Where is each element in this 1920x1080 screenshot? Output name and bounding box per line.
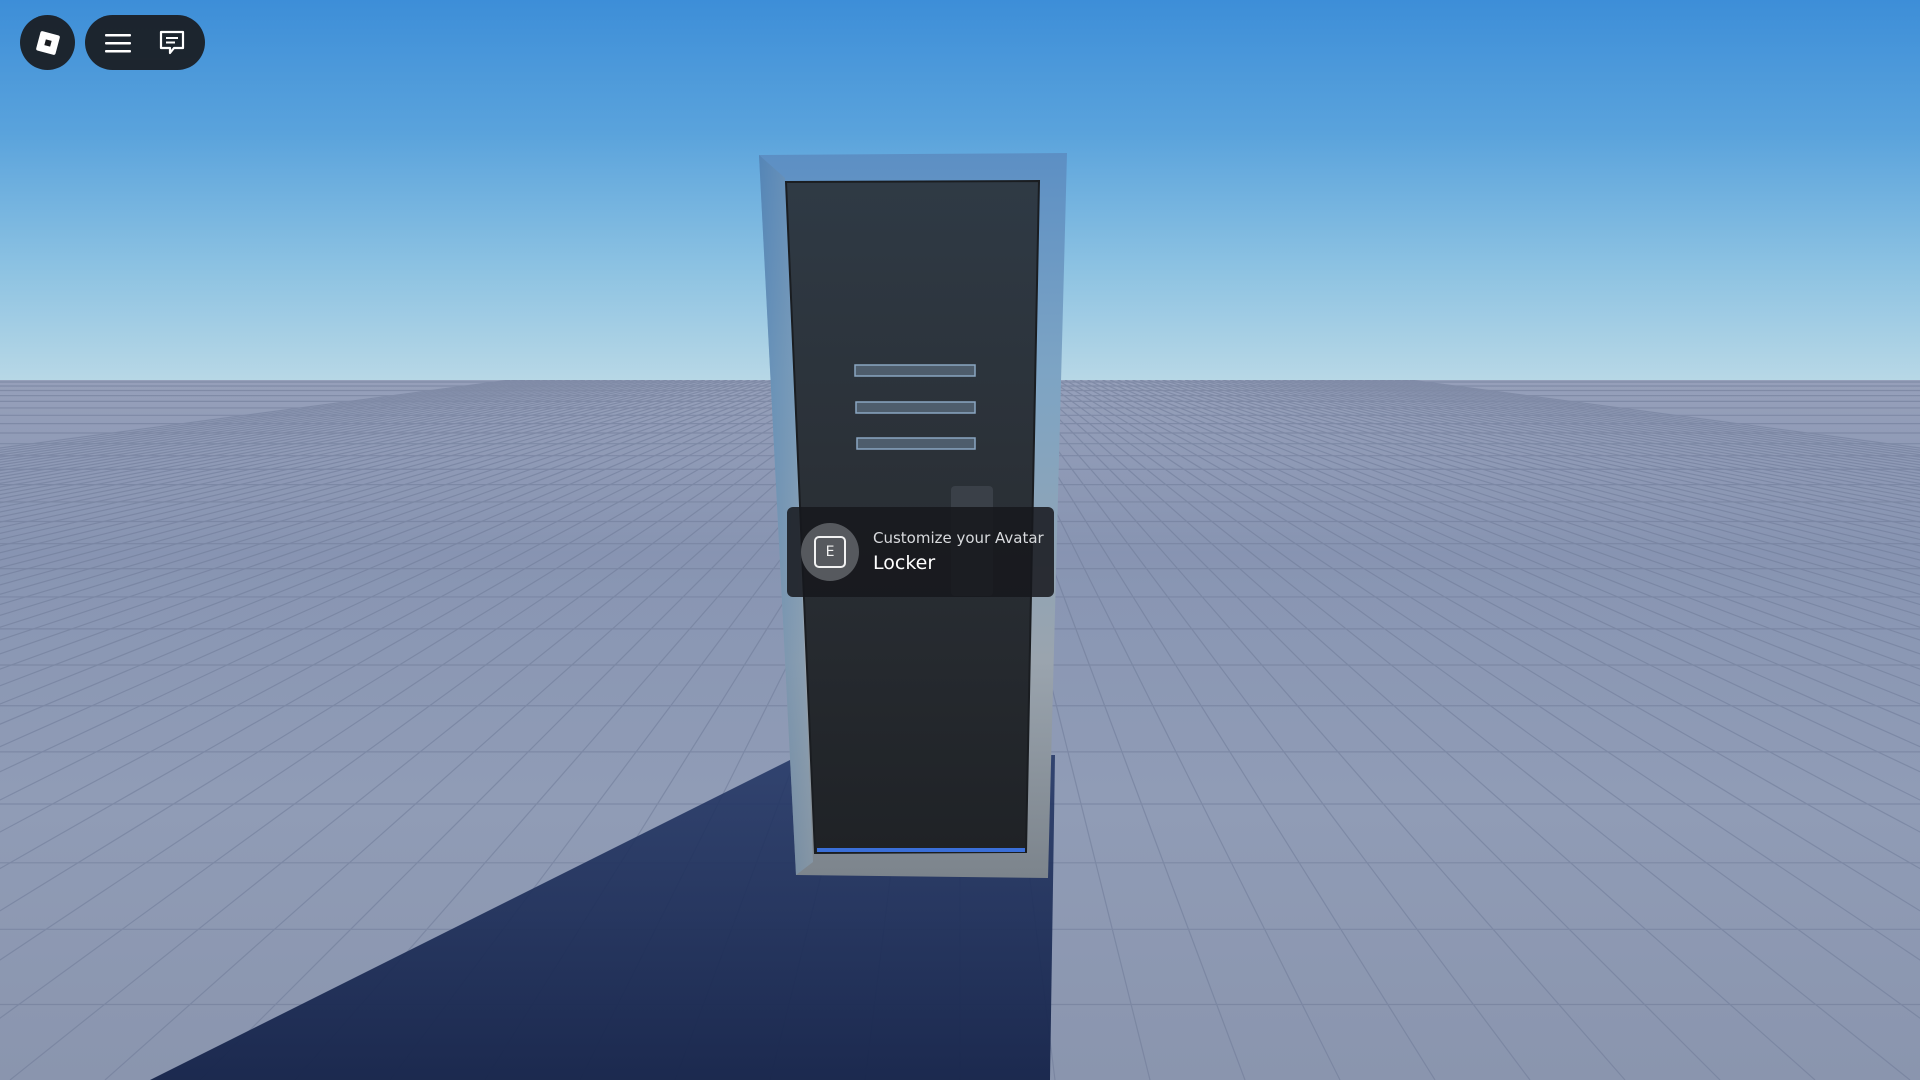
chat-button[interactable]: [150, 21, 194, 65]
game-viewport[interactable]: E Customize your Avatar Locker: [0, 0, 1920, 1080]
prompt-text: Customize your Avatar Locker: [873, 528, 1044, 576]
menu-button[interactable]: [96, 21, 140, 65]
prompt-key-button[interactable]: E: [801, 523, 859, 581]
prompt-action-text: Customize your Avatar: [873, 529, 1044, 547]
chat-bubble-icon: [159, 30, 185, 54]
roblox-menu-button[interactable]: [20, 15, 75, 70]
roblox-logo-icon: [35, 30, 60, 55]
hud-controls: [85, 15, 205, 70]
proximity-prompt[interactable]: E Customize your Avatar Locker: [787, 507, 1054, 597]
prompt-object-text: Locker: [873, 552, 936, 574]
hamburger-menu-icon: [105, 33, 131, 52]
keyboard-key-icon: E: [814, 536, 846, 568]
